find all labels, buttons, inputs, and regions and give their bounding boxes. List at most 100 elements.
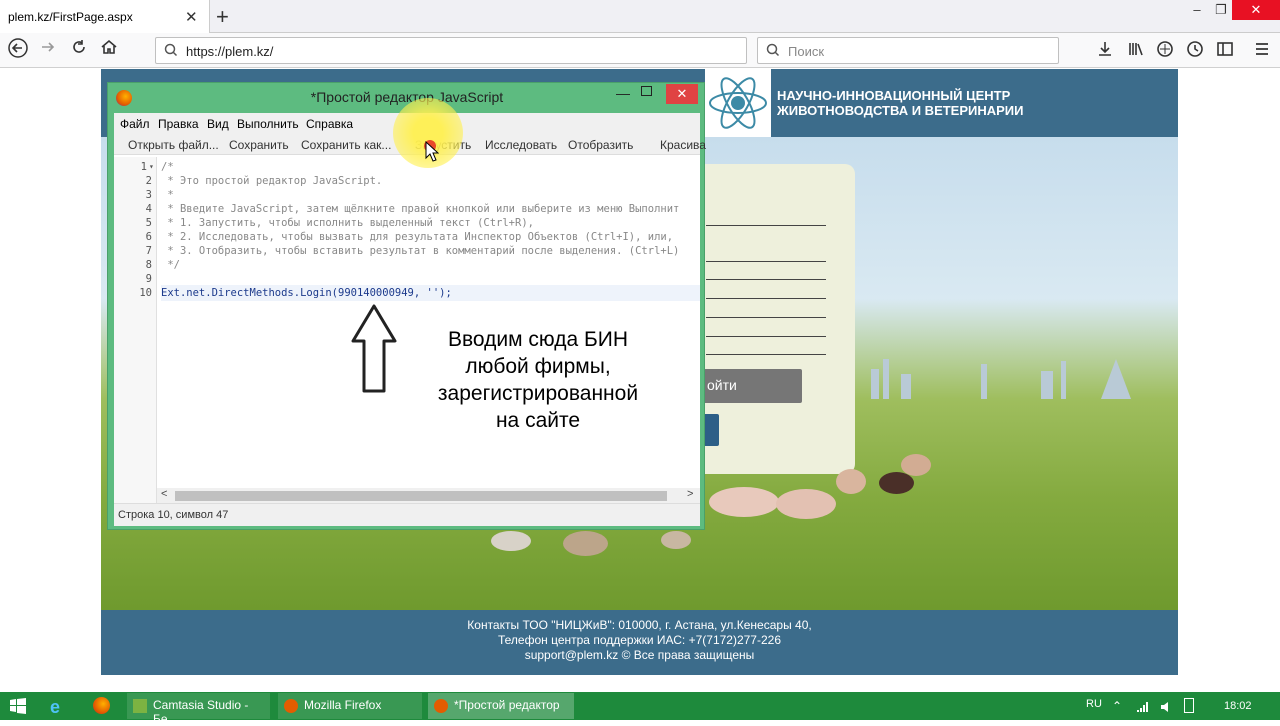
login-field[interactable] [706,354,826,355]
menu-file[interactable]: Файл [120,117,150,131]
search-icon [164,43,178,62]
mouse-cursor-icon [425,141,439,162]
library-icon[interactable] [1124,40,1148,63]
save-button[interactable]: Сохранить [229,138,289,152]
protection-icon[interactable] [1153,40,1177,63]
menu-edit[interactable]: Правка [158,117,199,131]
horizontal-scrollbar[interactable]: < > [157,488,700,503]
taskbar-item-label: Mozilla Firefox [304,698,382,712]
scrollbar-thumb[interactable] [175,491,667,501]
code-line: * [161,189,174,201]
line-number: 10 [139,287,152,299]
close-tab-icon[interactable]: ✕ [185,8,198,26]
line-number: 5 [145,217,152,229]
firefox-icon[interactable] [93,697,110,714]
site-title-line2: ЖИВОТНОВОДСТВА И ВЕТЕРИНАРИИ [777,103,1024,118]
login-button[interactable]: ойти [701,369,802,403]
up-arrow-icon [351,304,397,393]
line-number-gutter: 1 ▾ 2 3 4 5 6 7 8 9 10 [114,157,157,503]
maximize-button[interactable] [641,86,652,96]
code-line: * Это простой редактор JavaScript. [161,175,383,187]
taskbar-item-scratchpad[interactable]: *Простой редактор ... [428,693,574,726]
caption-line: на сайте [495,409,581,432]
goat-image [661,531,691,549]
login-field[interactable] [706,336,826,337]
line-number: 8 [145,259,152,271]
login-field[interactable] [706,279,826,280]
minimize-button[interactable]: — [616,85,630,101]
pig-image [836,469,866,494]
forward-icon[interactable] [36,38,60,61]
code-line-active: Ext.net.DirectMethods.Login(990140000949… [161,285,700,301]
inspect-button[interactable]: Исследовать [485,138,557,152]
menu-view[interactable]: Вид [207,117,229,131]
sidebar-icon[interactable] [1213,40,1237,63]
home-icon[interactable] [97,38,121,61]
new-tab-button[interactable]: + [216,4,229,30]
login-field[interactable] [706,298,826,299]
taskbar-item-label: *Простой редактор ... [454,698,560,726]
network-icon[interactable] [1136,700,1150,718]
pig-image [901,454,931,476]
goat-image [563,531,608,556]
line-number: 7 [145,245,152,257]
footer-email[interactable]: support@plem.kz © Все права защищены [101,648,1178,663]
code-line: /* [161,161,174,173]
history-icon[interactable] [1183,40,1207,63]
close-window-button[interactable]: ✕ [1232,0,1280,20]
site-footer: Контакты ТОО "НИЦЖиВ": 010000, г. Астана… [101,610,1178,675]
volume-icon[interactable] [1160,700,1174,718]
login-field[interactable] [706,317,826,318]
clock[interactable]: 18:02 [1224,700,1252,712]
reload-icon[interactable] [67,38,91,61]
browser-tab[interactable]: plem.kz/FirstPage.aspx [0,0,210,33]
taskbar: e Camtasia Studio - Бе... Mozilla Firefo… [0,692,1280,726]
pretty-print-button[interactable]: Красива [660,138,706,152]
notification-icon[interactable] [1184,698,1194,713]
menu-icon[interactable] [1250,40,1274,63]
tab-title: plem.kz/FirstPage.aspx [8,10,133,24]
goat-image [491,531,531,551]
search-placeholder: Поиск [788,44,825,59]
line-number: 2 [145,175,152,187]
scroll-left-icon[interactable]: < [161,488,167,500]
menu-run[interactable]: Выполнить [237,117,299,131]
download-icon[interactable] [1093,40,1117,63]
caption-line: Вводим сюда БИН [448,328,628,351]
menu-help[interactable]: Справка [306,117,353,131]
display-button[interactable]: Отобразить [568,138,633,152]
site-title: НАУЧНО-ИННОВАЦИОННЫЙ ЦЕНТР ЖИВОТНОВОДСТВ… [777,88,1024,118]
city-skyline-image [871,359,1131,399]
login-field[interactable] [706,261,826,262]
back-icon[interactable] [6,38,30,63]
code-line: * 2. Исследовать, чтобы вызвать для резу… [161,231,674,243]
camtasia-icon [133,699,147,713]
firefox-icon [434,699,448,713]
url-bar[interactable]: https://plem.kz/ [155,37,747,64]
windows-start-icon[interactable] [10,698,26,719]
search-input[interactable]: Поиск [757,37,1059,64]
url-text[interactable]: https://plem.kz/ [186,44,273,59]
cursor-position: Строка 10, символ 47 [118,509,229,521]
internet-explorer-icon[interactable]: e [50,697,60,718]
logo[interactable] [705,69,771,137]
save-as-button[interactable]: Сохранить как... [301,138,391,152]
caption-line: зарегистрированной [437,382,639,405]
caption-line: любой фирмы, [465,355,611,378]
code-line: * 1. Запустить, чтобы исполнить выделенн… [161,217,534,229]
footer-phone: Телефон центра поддержки ИАС: +7(7172)27… [497,633,781,647]
line-number: 3 [145,189,152,201]
chevron-up-icon[interactable]: ⌃ [1112,699,1122,713]
scroll-right-icon[interactable]: > [687,488,693,500]
taskbar-item-firefox[interactable]: Mozilla Firefox [278,693,422,719]
code-line: * 3. Отобразить, чтобы вставить результа… [161,245,680,257]
firefox-icon [284,699,298,713]
fold-arrow-icon[interactable]: ▾ [149,162,154,171]
language-indicator[interactable]: RU [1086,698,1102,710]
close-button[interactable]: ✕ [666,84,698,104]
open-file-button[interactable]: Открыть файл... [128,138,219,152]
footer-contacts: Контакты ТОО "НИЦЖиВ": 010000, г. Астана… [467,618,812,632]
taskbar-item-camtasia[interactable]: Camtasia Studio - Бе... [127,693,270,726]
login-field[interactable] [706,225,826,226]
code-line: * Введите JavaScript, затем щёлкните пра… [161,203,680,215]
